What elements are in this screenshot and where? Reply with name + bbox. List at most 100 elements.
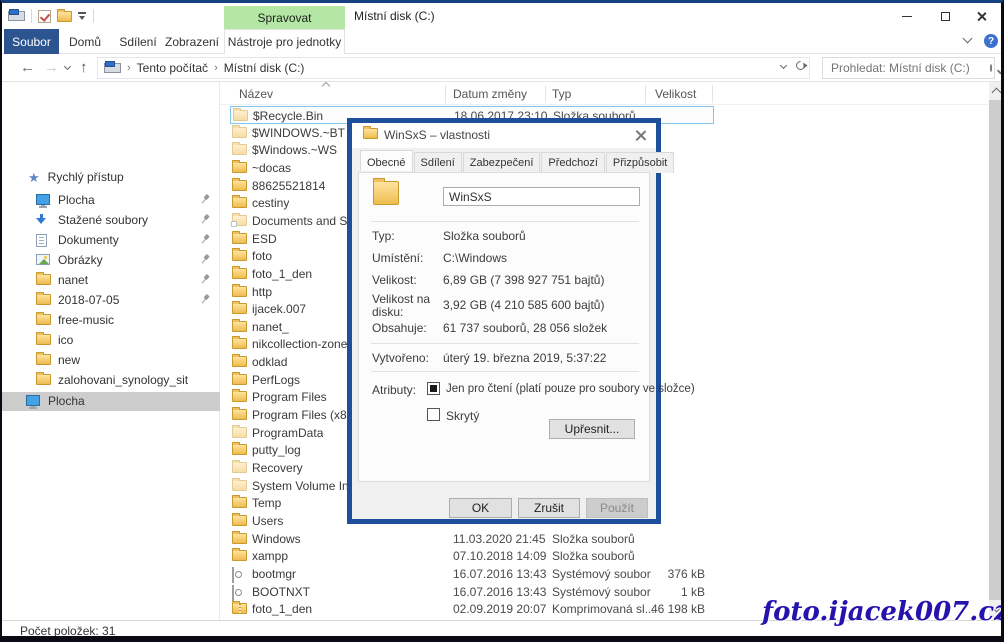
sidebar-item-label: zalohovani_synology_sit: [58, 373, 188, 387]
close-button[interactable]: [965, 3, 997, 29]
file-name: 88625521814: [252, 179, 325, 193]
dialog-general-page: Typ: Složka souborů Umístění: C:\Windows…: [358, 172, 650, 482]
attributes-label: Atributy:: [372, 383, 416, 397]
column-divider[interactable]: [645, 85, 646, 103]
dialog-tab-previous-versions[interactable]: Předchozí verze: [541, 152, 605, 173]
new-folder-icon[interactable]: [57, 11, 72, 22]
address-dropdown-icon[interactable]: [780, 62, 787, 69]
sidebar-item-desktop-root[interactable]: Plocha: [2, 392, 220, 411]
file-name: foto: [252, 249, 272, 263]
folder-icon: [232, 250, 247, 261]
tab-view[interactable]: Zobrazení: [164, 29, 220, 54]
folder-icon: [232, 321, 247, 332]
contextual-tab-group[interactable]: Spravovat: [224, 6, 345, 30]
file-name: odklad: [252, 355, 287, 369]
sidebar-item-free-music[interactable]: free-music: [2, 310, 220, 329]
apply-button[interactable]: Použít: [586, 498, 648, 518]
column-size[interactable]: Velikost: [655, 87, 696, 101]
search-icon: [990, 64, 992, 72]
file-name: xampp: [252, 549, 288, 563]
dialog-tab-general[interactable]: Obecné: [360, 150, 413, 171]
tab-home[interactable]: Domů: [64, 29, 106, 54]
sidebar-item-zalohovani-synology-sit[interactable]: zalohovani_synology_sit: [2, 370, 220, 389]
scroll-up-icon[interactable]: [992, 88, 1002, 98]
ok-button[interactable]: OK: [449, 498, 512, 518]
quick-access-toolbar: [8, 6, 94, 26]
column-type[interactable]: Typ: [552, 87, 571, 101]
file-name: foto_1_den: [252, 267, 312, 281]
close-icon: [976, 11, 987, 22]
sidebar-item-plocha[interactable]: Plocha: [2, 190, 220, 209]
properties-icon[interactable]: [38, 10, 51, 23]
cancel-button[interactable]: Zrušit: [518, 498, 580, 518]
column-divider[interactable]: [445, 85, 446, 103]
field-value: 6,89 GB (7 398 927 751 bajtů): [443, 273, 604, 287]
sidebar-item-sta-en-soubory[interactable]: Stažené soubory: [2, 210, 220, 229]
column-name[interactable]: Název: [239, 87, 273, 101]
file-row[interactable]: foto_1_den02.09.2019 20:07Komprimovaná s…: [230, 600, 714, 618]
tab-drive-tools[interactable]: Nástroje pro jednotky: [224, 29, 345, 54]
hidden-checkbox[interactable]: [427, 408, 440, 421]
column-date-modified[interactable]: Datum změny: [453, 87, 527, 101]
scrollbar-thumb[interactable]: [989, 100, 1004, 600]
column-divider[interactable]: [712, 85, 713, 103]
sidebar-item-label: 2018-07-05: [58, 293, 119, 307]
folder-icon-large: [373, 181, 399, 205]
dialog-close-icon[interactable]: [634, 128, 648, 142]
dialog-tabs: Obecné Sdílení Zabezpečení Předchozí ver…: [360, 152, 675, 173]
dialog-tab-sharing[interactable]: Sdílení: [414, 152, 462, 173]
dialog-title-bar: WinSxS – vlastnosti: [352, 123, 656, 148]
folder-icon: [232, 444, 247, 455]
forward-icon[interactable]: →: [44, 58, 59, 78]
file-date-modified: 11.03.2020 21:45: [453, 532, 546, 546]
shortcut-arrow-icon: [231, 221, 237, 227]
tab-file[interactable]: Soubor: [4, 29, 59, 54]
tab-share[interactable]: Sdílení: [114, 29, 162, 54]
column-divider[interactable]: [545, 85, 546, 103]
file-date-modified: 02.09.2019 20:07: [453, 602, 546, 616]
address-bar[interactable]: Tento počítač Místní disk (C:): [97, 57, 810, 79]
file-name: Users: [252, 514, 283, 528]
breadcrumb-separator-icon: [214, 62, 218, 74]
breadcrumb-this-pc[interactable]: Tento počítač: [137, 61, 208, 75]
search-box[interactable]: [822, 57, 995, 79]
back-icon[interactable]: ←: [20, 58, 35, 78]
minimize-icon: [902, 16, 912, 17]
recent-locations-icon[interactable]: [64, 63, 71, 70]
file-name: putty_log: [252, 443, 301, 457]
file-name: Program Files: [252, 390, 327, 404]
file-date-modified: 07.10.2018 14:09: [453, 549, 546, 563]
sidebar-item-label: Plocha: [48, 394, 85, 408]
ribbon-tab-row: Soubor Domů Sdílení Zobrazení Nástroje p…: [2, 29, 1001, 54]
sidebar-quick-access[interactable]: ★ Rychlý přístup: [28, 170, 124, 184]
vertical-scrollbar[interactable]: [989, 82, 1004, 620]
readonly-checkbox[interactable]: [427, 382, 440, 395]
sidebar-item-new[interactable]: new: [2, 350, 220, 369]
file-row[interactable]: bootmgr16.07.2016 13:43Systémový soubor3…: [230, 565, 714, 583]
sidebar-item-obr-zky[interactable]: Obrázky: [2, 250, 220, 269]
folder-icon: [232, 268, 247, 279]
readonly-label: Jen pro čtení (platí pouze pro soubory v…: [446, 383, 695, 395]
file-row[interactable]: BOOTNXT16.07.2016 13:43Systémový soubor1…: [230, 583, 714, 601]
breadcrumb-local-disk[interactable]: Místní disk (C:): [224, 61, 305, 75]
sidebar-item-ico[interactable]: ico: [2, 330, 220, 349]
refresh-icon[interactable]: [794, 59, 807, 72]
sidebar-item-2018-07-05[interactable]: 2018-07-05: [2, 290, 220, 309]
maximize-button[interactable]: [929, 3, 961, 29]
up-icon[interactable]: ↑: [80, 58, 88, 78]
sidebar-item-label: new: [58, 353, 80, 367]
folder-name-field[interactable]: [443, 187, 640, 206]
dialog-tab-security[interactable]: Zabezpečení: [463, 152, 541, 173]
file-row[interactable]: xampp07.10.2018 14:09Složka souborů: [230, 547, 714, 565]
sidebar-item-dokumenty[interactable]: Dokumenty: [2, 230, 220, 249]
sidebar-item-nanet[interactable]: nanet: [2, 270, 220, 289]
folder-icon: [232, 427, 247, 438]
help-icon[interactable]: ?: [984, 34, 998, 48]
search-input[interactable]: [823, 61, 990, 75]
customize-qat-icon[interactable]: [78, 12, 87, 20]
field-value: 61 737 souborů, 28 056 složek: [443, 321, 607, 335]
minimize-button[interactable]: [891, 3, 923, 29]
advanced-button[interactable]: Upřesnit...: [549, 419, 635, 439]
file-row[interactable]: Windows11.03.2020 21:45Složka souborů: [230, 530, 714, 548]
dialog-tab-customize[interactable]: Přizpůsobit: [606, 152, 674, 173]
